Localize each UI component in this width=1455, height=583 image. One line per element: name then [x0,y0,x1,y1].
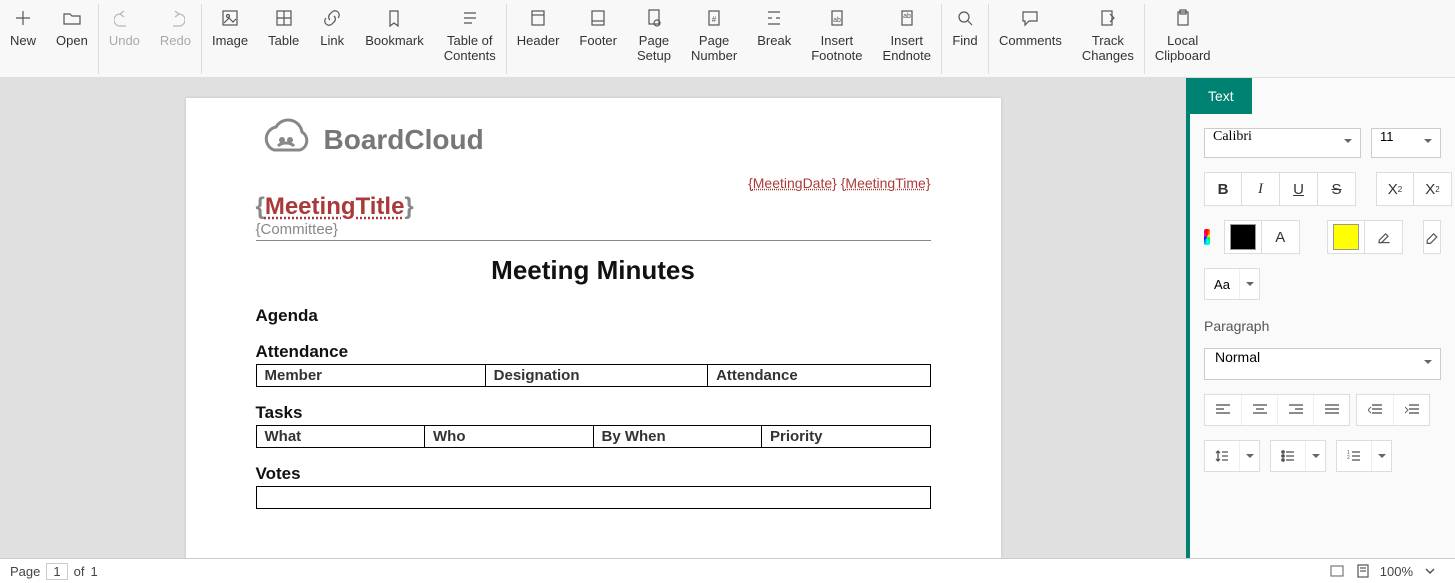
strikethrough-button[interactable]: S [1318,172,1356,206]
insert-endnote-button[interactable]: ab Insert Endnote [873,4,941,74]
tasks-table[interactable]: What Who By When Priority [256,425,931,448]
local-clipboard-button[interactable]: Local Clipboard [1145,4,1221,74]
find-button[interactable]: Find [942,4,988,74]
change-case-button[interactable]: Aa [1204,268,1260,300]
table-row: What Who By When Priority [256,426,930,448]
page-number-button[interactable]: # Page Number [681,4,747,74]
properties-panel: Text Calibri 11 B I U S X2 X2 A [1186,78,1455,558]
committee-field: {Committee} [256,221,931,241]
ribbon-toolbar: New Open Undo Redo Image Table Link [0,0,1455,78]
tab-text[interactable]: Text [1190,78,1252,114]
footer-button[interactable]: Footer [569,4,627,74]
attendance-heading: Attendance [256,342,931,362]
link-button[interactable]: Link [309,4,355,74]
page-number-input[interactable]: 1 [46,563,67,580]
web-layout-icon[interactable] [1328,562,1346,580]
font-color-swatch[interactable] [1224,220,1262,254]
votes-table[interactable] [256,486,931,509]
highlight-button[interactable] [1365,220,1403,254]
comments-button[interactable]: Comments [989,4,1072,74]
clear-format-button[interactable] [1423,220,1441,254]
print-layout-icon[interactable] [1354,562,1372,580]
superscript-button[interactable]: X2 [1376,172,1414,206]
tasks-heading: Tasks [256,403,931,423]
document-canvas[interactable]: BoardCloud {MeetingDate} {MeetingTime} {… [0,78,1186,558]
paragraph-label: Paragraph [1204,318,1441,334]
logo: BoardCloud [256,118,931,161]
page-label: Page [10,564,40,579]
align-justify-button[interactable] [1313,395,1349,425]
open-button[interactable]: Open [46,4,98,74]
bullet-list-button[interactable] [1270,440,1326,472]
attendance-table[interactable]: Member Designation Attendance [256,364,931,387]
image-button[interactable]: Image [202,4,258,74]
align-right-button[interactable] [1277,395,1313,425]
svg-text:#: # [712,15,717,24]
indent-decrease-button[interactable] [1357,395,1393,425]
zoom-caret-icon[interactable] [1421,562,1439,580]
italic-button[interactable]: I [1242,172,1280,206]
break-button[interactable]: Break [747,4,801,74]
align-left-button[interactable] [1205,395,1241,425]
status-bar: Page 1 of 1 100% [0,558,1455,583]
insert-footnote-button[interactable]: ab Insert Footnote [801,4,872,74]
meeting-title: {MeetingTitle} [256,193,931,221]
font-color-A-button[interactable]: A [1262,220,1300,254]
font-family-select[interactable]: Calibri [1204,128,1361,158]
font-size-select[interactable]: 11 [1371,128,1441,158]
color-picker-icon[interactable] [1204,229,1210,245]
zoom-label[interactable]: 100% [1380,564,1413,579]
indent-increase-button[interactable] [1393,395,1429,425]
line-spacing-button[interactable] [1204,440,1260,472]
header-button[interactable]: Header [507,4,570,74]
svg-text:ab: ab [903,13,911,20]
logo-text: BoardCloud [324,124,484,156]
svg-text:ab: ab [833,17,841,24]
table-row: Member Designation Attendance [256,365,930,387]
document-page[interactable]: BoardCloud {MeetingDate} {MeetingTime} {… [186,98,1001,558]
toc-button[interactable]: Table of Contents [434,4,506,74]
subscript-button[interactable]: X2 [1414,172,1452,206]
agenda-heading: Agenda [256,306,931,326]
new-button[interactable]: New [0,4,46,74]
table-row [256,487,930,509]
page-setup-button[interactable]: Page Setup [627,4,681,74]
cloud-icon [256,118,316,161]
of-label: of [74,564,85,579]
underline-button[interactable]: U [1280,172,1318,206]
bold-button[interactable]: B [1204,172,1242,206]
meeting-meta: {MeetingDate} {MeetingTime} [256,175,931,191]
paragraph-style-select[interactable]: Normal [1204,348,1441,380]
page-total: 1 [90,564,97,579]
table-button[interactable]: Table [258,4,309,74]
doc-heading: Meeting Minutes [256,255,931,286]
undo-button[interactable]: Undo [99,4,150,74]
redo-button[interactable]: Redo [150,4,201,74]
svg-text:2: 2 [1347,455,1350,461]
track-changes-button[interactable]: Track Changes [1072,4,1144,74]
align-center-button[interactable] [1241,395,1277,425]
bookmark-button[interactable]: Bookmark [355,4,434,74]
highlight-color-swatch[interactable] [1327,220,1365,254]
number-list-button[interactable]: 12 [1336,440,1392,472]
votes-heading: Votes [256,464,931,484]
